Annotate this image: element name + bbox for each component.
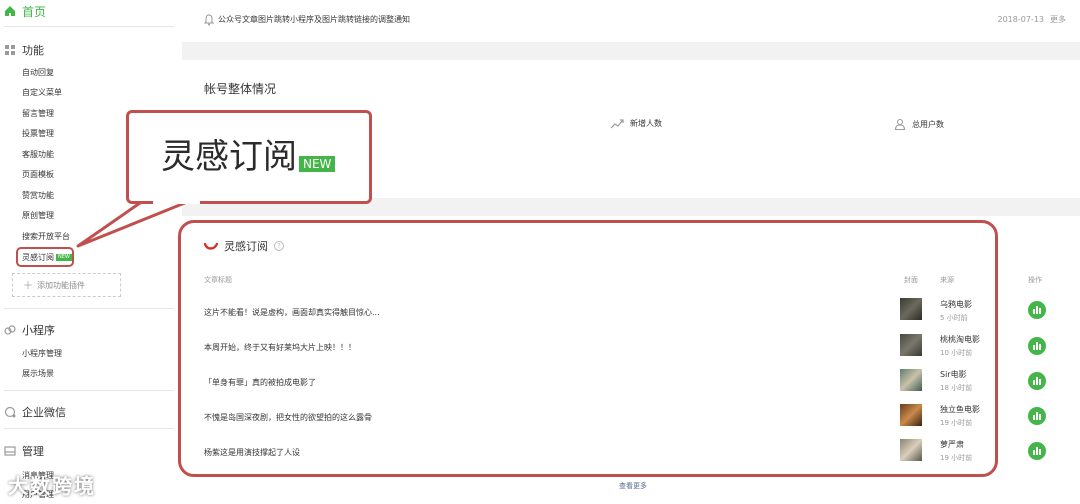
highlight-ring	[16, 247, 74, 267]
metric-new-users-label: 新增人数	[630, 119, 662, 128]
trend-up-icon	[610, 118, 624, 128]
nav-home-label: 首页	[22, 4, 47, 19]
highlight-ring	[178, 220, 998, 477]
plus-icon: +	[23, 278, 34, 292]
notice-bar: 公众号文章图片跳转小程序及图片跳转链接的调整通知 2018-07-13 更多	[182, 0, 1080, 42]
add-plugin-label: 添加功能插件	[37, 280, 86, 290]
nav-home[interactable]: 首页	[4, 2, 46, 20]
sidebar-item-search-platform[interactable]: 搜索开放平台	[22, 231, 70, 243]
divider	[4, 428, 174, 429]
stats-button[interactable]	[1028, 442, 1046, 460]
miniprogram-icon	[4, 325, 16, 335]
section-manage: 管理	[4, 443, 44, 459]
enterprise-wechat-icon	[4, 406, 16, 418]
section-enterprise-label: 企业微信	[22, 406, 66, 419]
col-header-action: 操作	[1028, 276, 1042, 284]
notice-link[interactable]: 公众号文章图片跳转小程序及图片跳转链接的调整通知	[218, 14, 410, 25]
sidebar-item-auto-reply[interactable]: 自动回复	[22, 67, 54, 79]
metric-total-users: 总用户数	[894, 118, 944, 130]
view-more-link[interactable]: 查看更多	[619, 481, 647, 491]
section-manage-label: 管理	[22, 445, 44, 458]
bell-icon	[204, 14, 214, 26]
section-miniprogram: 小程序	[4, 322, 55, 338]
callout-text: 灵感订阅 NEW	[161, 135, 336, 179]
sidebar: 首页 功能 自动回复 自定义菜单 留言管理 投票管理 客服功能 页面模板 赞赏功…	[0, 0, 182, 504]
sidebar-item-custom-menu[interactable]: 自定义菜单	[22, 87, 62, 99]
sidebar-item-page-templates[interactable]: 页面模板	[22, 169, 54, 181]
manage-icon	[4, 446, 16, 456]
divider	[4, 26, 174, 27]
callout-bubble: 灵感订阅 NEW	[126, 110, 372, 204]
metric-total-users-label: 总用户数	[912, 119, 944, 129]
callout-label: 灵感订阅	[161, 137, 297, 177]
grid-icon	[5, 45, 15, 55]
watermark-logo: 大数跨境	[8, 470, 96, 499]
add-plugin-button[interactable]: + 添加功能插件	[12, 273, 121, 297]
overview-title: 帐号整体情况	[204, 82, 277, 96]
sidebar-item-votes[interactable]: 投票管理	[22, 128, 54, 140]
divider	[4, 390, 174, 391]
user-icon	[894, 118, 906, 130]
divider	[4, 308, 174, 309]
section-enterprise: 企业微信	[4, 404, 66, 420]
sidebar-item-customer-service[interactable]: 客服功能	[22, 149, 54, 161]
home-icon	[5, 6, 15, 16]
section-miniprogram-label: 小程序	[22, 324, 55, 337]
notice-more-link[interactable]: 更多	[1050, 14, 1066, 25]
stats-button[interactable]	[1028, 372, 1046, 390]
stats-button[interactable]	[1028, 301, 1046, 319]
metric-new-users: 新增人数	[610, 118, 662, 129]
sidebar-item-miniprogram-manage[interactable]: 小程序管理	[22, 348, 62, 360]
watermark-text: 大数跨境	[8, 474, 96, 498]
callout-new-badge: NEW	[299, 156, 336, 172]
stats-button[interactable]	[1028, 337, 1046, 355]
stats-button[interactable]	[1028, 407, 1046, 425]
sidebar-item-original[interactable]: 原创管理	[22, 210, 54, 222]
sidebar-item-comments[interactable]: 留言管理	[22, 108, 54, 120]
notice-date: 2018-07-13	[997, 15, 1045, 24]
sidebar-item-display-scenes[interactable]: 展示场景	[22, 368, 54, 380]
sidebar-item-reward[interactable]: 赞赏功能	[22, 190, 54, 202]
section-function: 功能	[4, 42, 44, 58]
section-function-label: 功能	[22, 44, 44, 57]
